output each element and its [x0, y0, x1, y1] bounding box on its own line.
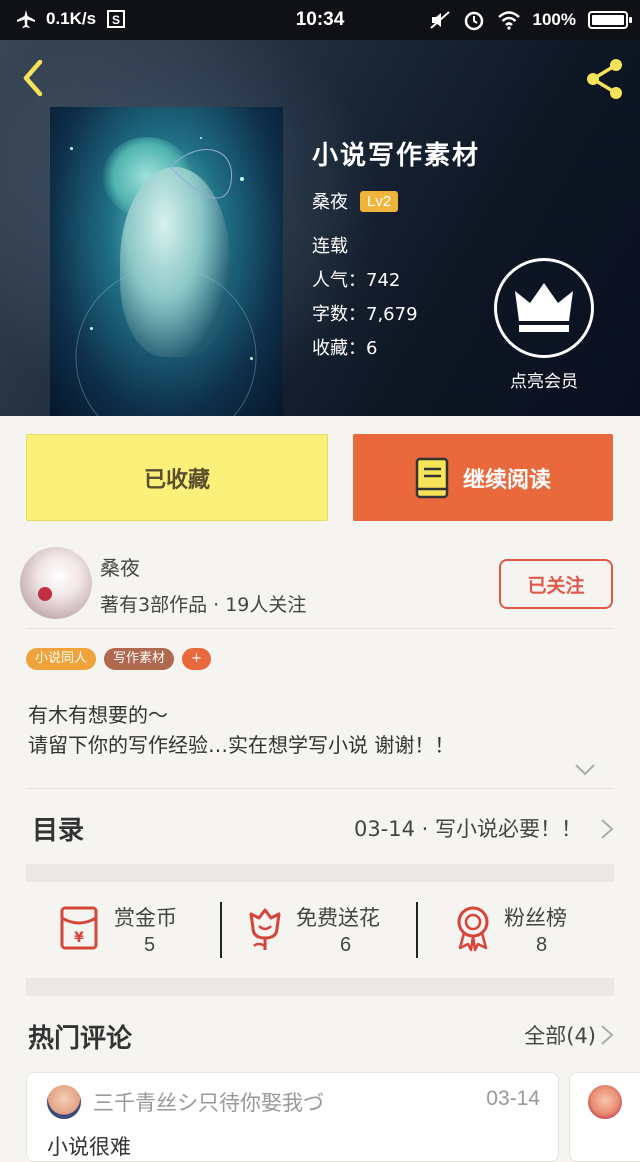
toc-latest-chapter: 03-14 · 写小说必要！！ [353, 817, 582, 841]
stat-label: 免费送花 [296, 906, 380, 930]
status-bar: 0.1K/s S 10:34 100% [0, 0, 640, 40]
chevron-down-icon[interactable] [574, 763, 596, 777]
book-author[interactable]: 桑夜 [312, 188, 348, 214]
book-title: 小说写作素材 [312, 141, 481, 171]
comment-date: 03-14 [486, 1087, 540, 1110]
mute-icon [429, 11, 450, 29]
book-author-row: 桑夜 Lv2 [312, 188, 399, 214]
wifi-icon [497, 11, 520, 30]
stat-value: 6 [340, 934, 352, 956]
favorited-button[interactable]: 已收藏 [26, 434, 328, 521]
all-comments-link[interactable]: 全部(4) [524, 1020, 596, 1050]
commenter-avatar[interactable] [47, 1085, 81, 1119]
table-of-contents-row[interactable]: 目录 03-14 · 写小说必要！！ [0, 792, 640, 862]
crown-icon[interactable] [494, 258, 594, 358]
book-header: 小说写作素材 桑夜 Lv2 连载 人气：742 字数：7,679 收藏：6 点亮… [0, 40, 640, 416]
section-separator [26, 864, 614, 882]
back-icon[interactable] [18, 58, 50, 98]
divider [26, 628, 614, 629]
author-info: 著有3部作品 · 19人关注 [100, 594, 307, 616]
share-icon[interactable] [582, 56, 628, 102]
continue-reading-label: 继续阅读 [462, 467, 551, 493]
book-status: 连载 [312, 236, 348, 257]
flower-icon [249, 908, 281, 950]
book-icon [415, 457, 449, 498]
continue-reading-button[interactable]: 继续阅读 [353, 434, 613, 521]
toc-title: 目录 [32, 816, 85, 846]
tag-item[interactable]: 小说同人 [26, 648, 97, 670]
hot-comments-title: 热门评论 [28, 1024, 133, 1054]
stat-fans-ranking[interactable]: 粉丝榜 8 [448, 882, 598, 978]
add-tag-button[interactable]: + [182, 648, 211, 670]
description-line: 有木有想要的～ [28, 703, 168, 727]
divider [416, 902, 418, 958]
divider [220, 902, 222, 958]
description-line: 请留下你的写作经验…实在想学写小说 谢谢！！ [28, 733, 455, 757]
stat-value: 8 [536, 934, 548, 956]
stat-value: 5 [144, 934, 156, 956]
chevron-right-icon[interactable] [600, 1024, 614, 1046]
stat-reward[interactable]: ¥ 赏金币 5 [50, 882, 200, 978]
alarm-icon [464, 11, 483, 31]
stats-row: ¥ 赏金币 5 免费送花 6 粉丝榜 8 [0, 882, 640, 978]
divider [26, 788, 614, 789]
follow-button[interactable]: 已关注 [499, 559, 613, 609]
stat-label: 粉丝榜 [504, 906, 567, 930]
comment-card[interactable]: 三千青丝シ只待你娶我づ 03-14 小说很难 [26, 1072, 559, 1162]
svg-text:¥: ¥ [74, 930, 84, 946]
hot-comments-header: 热门评论 全部(4) [0, 1000, 640, 1068]
author-avatar[interactable] [20, 547, 92, 619]
chevron-right-icon [601, 819, 614, 839]
book-cover [50, 107, 283, 416]
red-envelope-icon: ¥ [60, 906, 98, 950]
commenter-name: 三千青丝シ只待你娶我づ [93, 1091, 324, 1115]
battery-icon [588, 11, 632, 29]
commenter-avatar[interactable] [588, 1085, 622, 1119]
author-row: 桑夜 著有3部作品 · 19人关注 已关注 [0, 540, 640, 628]
stat-flower[interactable]: 免费送花 6 [238, 882, 408, 978]
book-meta: 连载 人气：742 字数：7,679 收藏：6 [312, 230, 418, 366]
comment-card[interactable] [569, 1072, 640, 1162]
tag-list: 小说同人 写作素材 + [26, 648, 211, 670]
book-popularity: 人气：742 [312, 270, 401, 291]
tag-item[interactable]: 写作素材 [104, 648, 175, 670]
vip-label[interactable]: 点亮会员 [480, 367, 608, 392]
author-name[interactable]: 桑夜 [100, 552, 140, 581]
level-badge: Lv2 [360, 190, 399, 212]
book-description: 有木有想要的～ 请留下你的写作经验…实在想学写小说 谢谢！！ [28, 700, 454, 760]
battery-percent: 100% [532, 10, 576, 29]
book-favorites: 收藏：6 [312, 338, 378, 359]
medal-icon [457, 906, 489, 952]
section-separator [26, 978, 614, 996]
comment-preview: 小说很难 [47, 1135, 131, 1159]
book-word-count: 字数：7,679 [312, 304, 418, 325]
stat-label: 赏金币 [114, 906, 177, 930]
